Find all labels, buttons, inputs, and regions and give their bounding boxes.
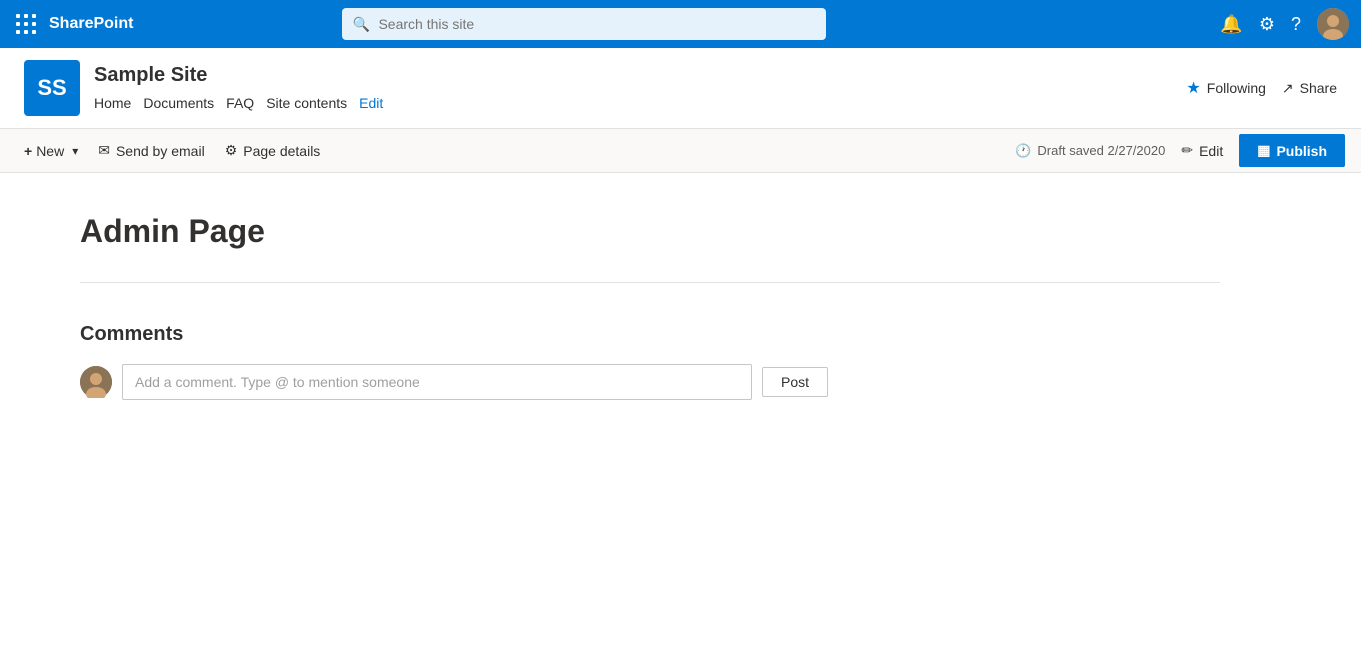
page-toolbar: + New ▾ ✉ Send by email ⚙ Page details 🕐…: [0, 129, 1361, 173]
nav-documents[interactable]: Documents: [143, 93, 226, 113]
page-content: Admin Page Comments Post: [0, 173, 1300, 440]
search-input[interactable]: [342, 8, 826, 40]
notification-icon[interactable]: 🔔: [1220, 14, 1242, 35]
new-button[interactable]: + New: [16, 137, 68, 165]
new-plus-icon: +: [24, 143, 32, 159]
page-details-button[interactable]: ⚙ Page details: [217, 136, 329, 165]
nav-faq[interactable]: FAQ: [226, 93, 266, 113]
site-name-nav: Sample Site Home Documents FAQ Site cont…: [94, 64, 395, 113]
nav-edit[interactable]: Edit: [359, 93, 395, 113]
share-button[interactable]: ↗ Share: [1282, 80, 1337, 97]
draft-saved-status: 🕐 Draft saved 2/27/2020: [1015, 143, 1165, 159]
waffle-menu[interactable]: [12, 10, 41, 39]
comments-heading: Comments: [80, 323, 1220, 346]
following-star-icon: ★: [1186, 78, 1200, 98]
new-dropdown: + New ▾: [16, 137, 86, 165]
nav-site-contents[interactable]: Site contents: [266, 93, 359, 113]
clock-icon: 🕐: [1015, 143, 1031, 159]
share-icon: ↗: [1282, 80, 1294, 97]
top-nav: SharePoint 🔍 🔔 ⚙ ?: [0, 0, 1361, 48]
page-details-label: Page details: [243, 143, 320, 159]
comments-section: Comments Post: [80, 315, 1220, 400]
publish-button[interactable]: ▦ Publish: [1239, 134, 1345, 167]
search-icon: 🔍: [352, 16, 369, 33]
draft-saved-text: Draft saved 2/27/2020: [1037, 143, 1165, 158]
page-title: Admin Page: [80, 213, 1220, 250]
site-name: Sample Site: [94, 64, 395, 87]
search-box: 🔍: [342, 8, 826, 40]
publish-icon: ▦: [1257, 142, 1270, 159]
send-email-button[interactable]: ✉ Send by email: [90, 136, 212, 165]
comment-input[interactable]: [122, 364, 752, 400]
new-dropdown-caret[interactable]: ▾: [68, 138, 86, 164]
nav-right-icons: 🔔 ⚙ ?: [1220, 8, 1349, 40]
post-label: Post: [781, 374, 809, 390]
help-icon[interactable]: ?: [1291, 14, 1301, 35]
sharepoint-logo-text: SharePoint: [49, 15, 133, 33]
site-header-right: ★ Following ↗ Share: [1186, 78, 1337, 98]
site-header: SS Sample Site Home Documents FAQ Site c…: [0, 48, 1361, 129]
comment-input-row: Post: [80, 364, 1220, 400]
site-logo: SS: [24, 60, 80, 116]
edit-button[interactable]: ✏ Edit: [1173, 136, 1231, 165]
following-label: Following: [1207, 80, 1266, 96]
send-email-label: Send by email: [116, 143, 205, 159]
page-divider: [80, 282, 1220, 283]
user-avatar[interactable]: [1317, 8, 1349, 40]
edit-label: Edit: [1199, 143, 1223, 159]
following-button[interactable]: ★ Following: [1186, 78, 1265, 98]
post-comment-button[interactable]: Post: [762, 367, 828, 397]
gear-icon: ⚙: [225, 142, 238, 159]
new-label: New: [36, 143, 64, 159]
email-icon: ✉: [98, 142, 110, 159]
share-label: Share: [1300, 80, 1337, 96]
site-nav: Home Documents FAQ Site contents Edit: [94, 93, 395, 113]
toolbar-right: 🕐 Draft saved 2/27/2020 ✏ Edit ▦ Publish: [1015, 134, 1345, 167]
publish-label: Publish: [1276, 143, 1327, 159]
nav-home[interactable]: Home: [94, 93, 143, 113]
avatar-image: [1317, 8, 1349, 40]
pencil-icon: ✏: [1181, 142, 1193, 159]
commenter-avatar: [80, 366, 112, 398]
settings-icon[interactable]: ⚙: [1259, 14, 1275, 35]
